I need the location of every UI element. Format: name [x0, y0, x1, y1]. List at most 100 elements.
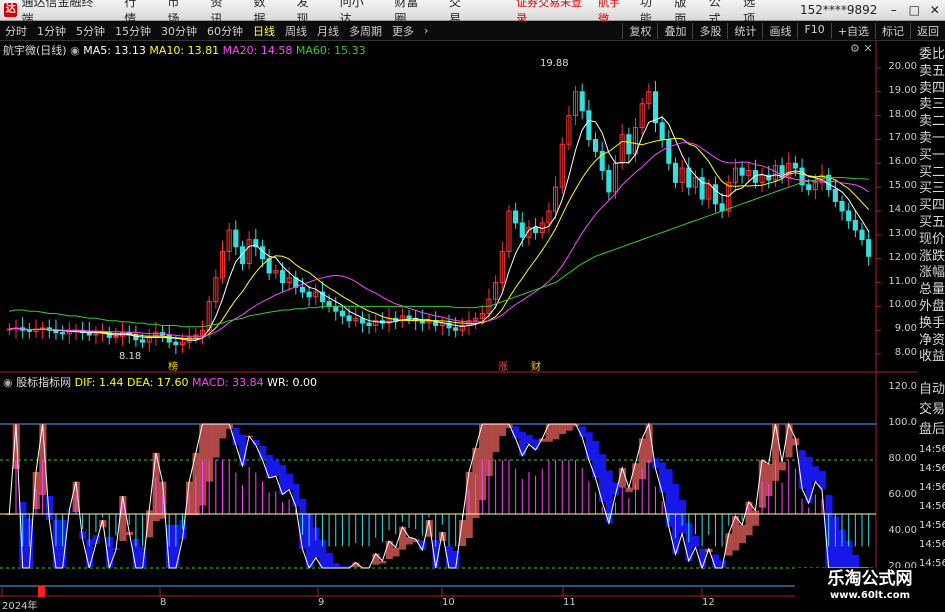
candle-body [793, 163, 797, 168]
side-label[interactable]: 盘后 [919, 422, 945, 438]
candle-body [853, 221, 857, 231]
marker-cai[interactable]: 财 [531, 358, 541, 373]
candle-body [27, 330, 31, 331]
band-segment [326, 553, 333, 568]
side-time: 14:56 [919, 499, 945, 515]
side-label[interactable]: 卖二 [919, 114, 945, 130]
sub-axis-label: 80.00 [877, 453, 917, 464]
side-label[interactable]: 收益 [919, 349, 945, 365]
price-axis-label: 11.00 [877, 276, 917, 287]
low-price-label: 8.18 [119, 351, 141, 362]
user-account[interactable]: 152****9892 [794, 3, 883, 17]
period-more[interactable]: 更多 [387, 23, 419, 39]
price-axis-label: 16.00 [877, 156, 917, 167]
period-30min[interactable]: 30分钟 [156, 23, 202, 39]
btn-back[interactable]: 返回 [910, 23, 945, 39]
candle-body [347, 316, 351, 321]
candle-body [327, 302, 331, 307]
chevron-right-icon[interactable]: › [419, 24, 433, 37]
marker-zhang[interactable]: 涨 [498, 358, 508, 373]
btn-adjust[interactable]: 复权 [622, 23, 657, 39]
minimize-icon[interactable]: – [883, 3, 904, 17]
date-axis-label: 9 [318, 597, 324, 608]
period-timeshare[interactable]: 分时 [0, 23, 32, 39]
watermark-line1: 乐淘公式网 [795, 568, 945, 590]
side-label[interactable]: 涨幅 [919, 265, 945, 281]
band-segment [812, 466, 819, 481]
band-segment [392, 547, 399, 556]
period-daily[interactable]: 日线 [248, 23, 280, 39]
candle-body [653, 92, 657, 123]
side-label[interactable]: 买三 [919, 181, 945, 197]
candle-body [307, 292, 311, 297]
side-label[interactable]: 净资 [919, 333, 945, 349]
side-label[interactable]: 外盘 [919, 299, 945, 315]
side-label[interactable]: 委比 [919, 47, 945, 63]
date-axis-label: 8 [160, 597, 166, 608]
period-15min[interactable]: 15分钟 [110, 23, 156, 39]
band-segment [546, 424, 553, 442]
date-axis-label: 10 [442, 597, 455, 608]
watermark-line2: www.60lt.com [795, 590, 945, 601]
close-icon[interactable]: ✕ [925, 3, 945, 17]
candle-body [174, 342, 178, 344]
btn-stats[interactable]: 统计 [727, 23, 762, 39]
maximize-icon[interactable]: □ [904, 3, 925, 17]
candle-body [234, 230, 238, 247]
side-label[interactable]: 现价 [919, 232, 945, 248]
price-axis-label: 20.00 [877, 61, 917, 72]
side-label[interactable]: 卖一 [919, 131, 945, 147]
side-time: 14:56 [919, 537, 945, 553]
btn-f10[interactable]: F10 [797, 23, 830, 39]
period-5min[interactable]: 5分钟 [71, 23, 110, 39]
side-label[interactable]: 涨跌 [919, 249, 945, 265]
band-segment [739, 525, 746, 543]
band-segment [519, 432, 526, 456]
side-label[interactable]: 总量 [919, 282, 945, 298]
side-label[interactable]: 卖四 [919, 81, 945, 97]
price-axis-label: 12.00 [877, 252, 917, 263]
period-multi[interactable]: 多周期 [344, 23, 387, 39]
marker-bang[interactable]: 榜 [168, 358, 178, 373]
side-label[interactable]: 买一 [919, 148, 945, 164]
side-label[interactable]: 自动 [919, 382, 945, 398]
band-segment [659, 462, 666, 492]
period-1min[interactable]: 1分钟 [32, 23, 71, 39]
high-price-label: 19.88 [540, 58, 569, 69]
side-label[interactable]: 买五 [919, 215, 945, 231]
side-label[interactable]: 买二 [919, 165, 945, 181]
candle-body [840, 201, 844, 211]
side-label[interactable]: 卖三 [919, 97, 945, 113]
candle-body [61, 333, 65, 334]
app-logo-icon: 达 [4, 3, 17, 17]
side-label[interactable]: 买四 [919, 198, 945, 214]
side-label[interactable]: 交易 [919, 402, 945, 418]
price-axis-label: 19.00 [877, 85, 917, 96]
candle-body [280, 271, 284, 283]
side-label[interactable]: 换手 [919, 316, 945, 332]
band-segment [332, 563, 339, 568]
band-segment [492, 424, 499, 452]
candle-body [300, 287, 304, 292]
sub-axis-label: 100.0 [877, 417, 917, 428]
btn-add-watch[interactable]: +自选 [831, 23, 875, 39]
band-segment [272, 460, 279, 476]
period-monthly[interactable]: 月线 [312, 23, 344, 39]
btn-multi-stock[interactable]: 多股 [692, 23, 727, 39]
band-segment [566, 424, 573, 431]
candle-body [367, 323, 371, 325]
candle-body [867, 240, 871, 257]
kline-chart[interactable] [0, 41, 918, 597]
side-time: 14:56 [919, 480, 945, 496]
candle-body [607, 170, 611, 191]
band-segment [279, 465, 286, 494]
period-weekly[interactable]: 周线 [280, 23, 312, 39]
btn-mark[interactable]: 标记 [875, 23, 910, 39]
side-label[interactable]: 卖五 [919, 64, 945, 80]
candle-body [514, 211, 518, 223]
period-60min[interactable]: 60分钟 [202, 23, 248, 39]
band-segment [219, 424, 226, 438]
btn-overlay[interactable]: 叠加 [657, 23, 692, 39]
price-axis-label: 18.00 [877, 109, 917, 120]
btn-draw[interactable]: 画线 [762, 23, 797, 39]
